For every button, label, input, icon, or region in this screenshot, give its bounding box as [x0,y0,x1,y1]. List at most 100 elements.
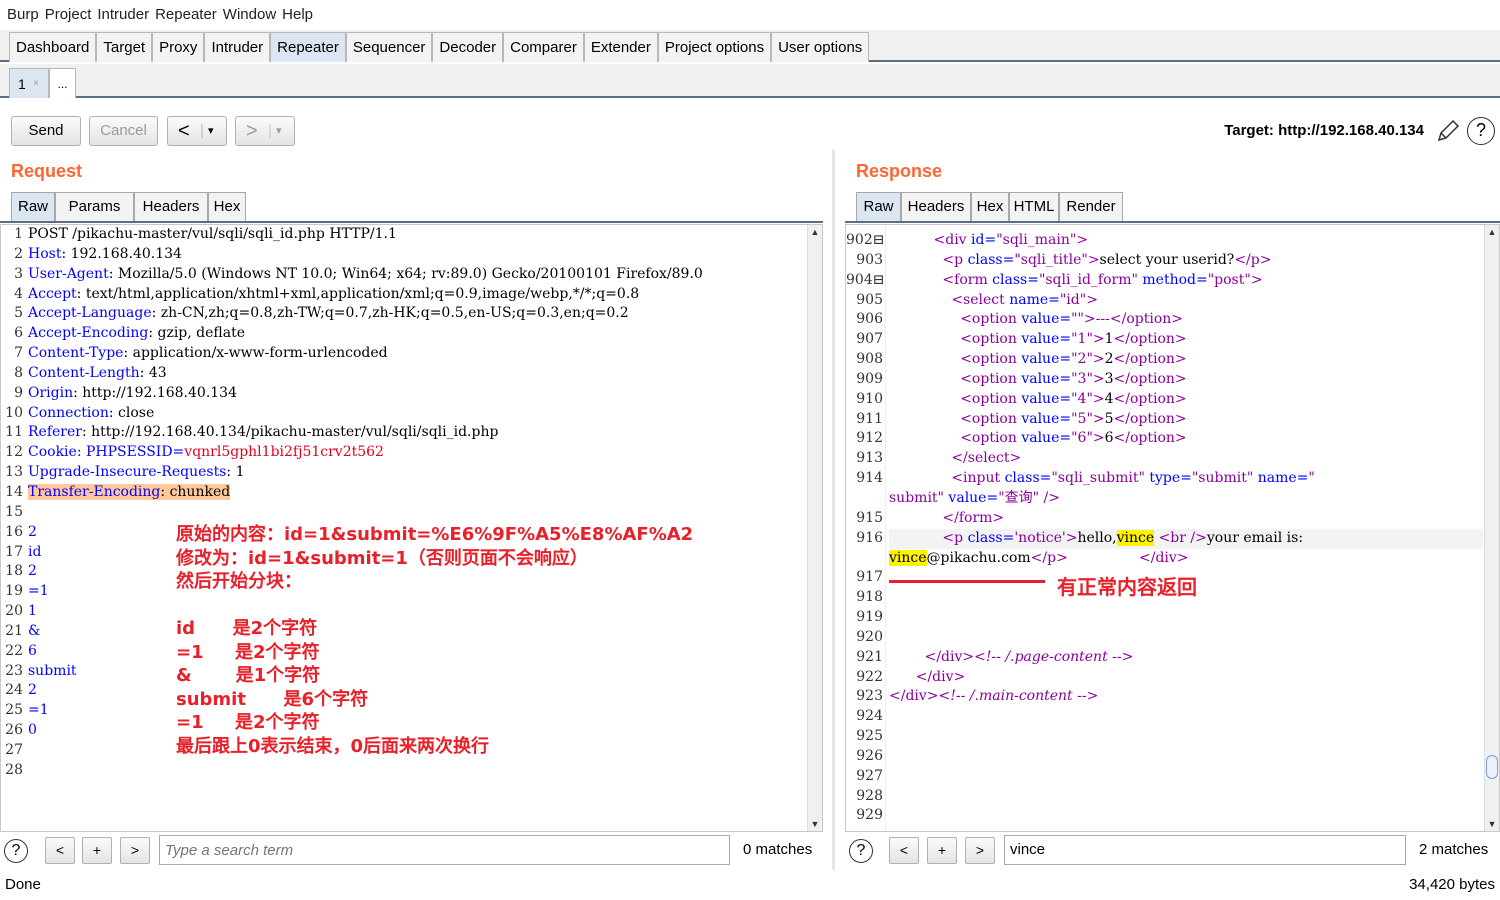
repeater-tab-1[interactable]: 1 × [9,68,49,98]
response-search-next-button[interactable]: > [965,837,995,864]
pencil-icon[interactable] [1435,118,1461,144]
response-search-input[interactable]: vince [1004,835,1406,865]
code-token: "sqli_title" [1014,251,1088,268]
forward-button[interactable]: > | ▾ [235,116,295,146]
request-editor[interactable]: 1 2 3 4 5 6 7 8 9 10 11 12 13 14 15 16 17 18 19 20 21 22 23 24 2… [0,224,823,832]
code-token: hello, [1077,529,1117,546]
request-search-input[interactable] [159,835,730,865]
tab-sequencer[interactable]: Sequencer [345,32,433,62]
response-body[interactable]: <div id="sqli_main"> <p class="sqli_titl… [889,225,1483,831]
line-number: 923 [856,688,883,705]
tab-comparer[interactable]: Comparer [503,32,584,62]
request-tab-headers[interactable]: Headers [134,192,208,222]
code-token: : text/html,application/xhtml+xml,applic… [76,285,640,302]
tab-decoder[interactable]: Decoder [432,32,504,62]
code-line: <option value="1">1</option> [889,330,1483,350]
request-scrollbar[interactable]: ▲ ▼ [807,225,822,831]
line-number: 918 [856,589,883,606]
new-tab-button[interactable]: ... [49,68,76,98]
scrollbar-thumb[interactable] [1486,755,1498,779]
back-dropdown-icon[interactable]: ▾ [208,117,214,145]
forward-dropdown-icon[interactable]: ▾ [276,117,282,145]
line-number: 24 [5,682,23,699]
cancel-button[interactable]: Cancel [89,116,158,146]
annotation-line: =1 是2个字符 [176,641,320,663]
response-tab-raw[interactable]: Raw [856,192,901,222]
send-button[interactable]: Send [11,116,81,146]
request-tab-raw[interactable]: Raw [11,192,55,222]
code-token: <option [960,370,1022,387]
code-line: Content-Type: application/x-www-form-url… [28,344,806,364]
request-tab-params[interactable]: Params [55,192,134,222]
menu-item-intruder[interactable]: Intruder [94,6,152,23]
tab-intruder[interactable]: Intruder [204,32,271,62]
line-number: 19 [5,583,23,600]
request-tab-hex[interactable]: Hex [208,192,246,222]
request-search-prev-button[interactable]: < [45,837,75,864]
menu-item-window[interactable]: Window [220,6,279,23]
response-view-tabs: Raw Headers Hex HTML Render [856,192,1500,222]
response-tab-hex[interactable]: Hex [971,192,1009,222]
response-scrollbar[interactable]: ▲ ▼ [1484,225,1499,831]
request-search-help-icon[interactable]: ? [4,839,28,863]
back-arrow-icon: < [178,120,190,142]
code-token: > [1092,390,1105,407]
tab-repeater[interactable]: Repeater [270,32,346,62]
line-number: 904⊟ [846,271,885,288]
response-editor[interactable]: 902⊟ 903 904⊟ 905 906 907 908 909 910 911 912 913 91… [845,224,1500,832]
code-token: 2 [28,523,37,540]
response-search-add-button[interactable]: + [927,837,957,864]
tab-extender[interactable]: Extender [583,32,658,62]
repeater-tab-1-label: 1 [18,76,26,92]
tab-proxy[interactable]: Proxy [152,32,205,62]
code-line: <option value="5">5</option> [889,410,1483,430]
code-line: <p class="sqli_title">select your userid… [889,251,1483,271]
code-token: : gzip, deflate [148,325,246,342]
request-line-numbers: 1 2 3 4 5 6 7 8 9 10 11 12 13 14 15 16 17 18 19 20 21 22 23 24 2… [1,225,25,831]
line-number: 22 [5,642,23,659]
tab-dashboard[interactable]: Dashboard [9,32,97,62]
code-token: Content-Length [28,364,140,381]
menu-item-help[interactable]: Help [279,6,316,23]
response-tab-headers[interactable]: Headers [901,192,971,222]
response-search-prev-button[interactable]: < [889,837,919,864]
code-token: > [1250,271,1263,288]
code-token: value= [1021,311,1072,328]
response-tab-html[interactable]: HTML [1009,192,1059,222]
menu-item-project[interactable]: Project [42,6,95,23]
code-token: type= [1144,470,1192,487]
close-tab-icon[interactable]: × [33,69,39,99]
code-token: </p> [1234,251,1272,268]
response-tab-render[interactable]: Render [1059,192,1123,222]
menu-item-repeater[interactable]: Repeater [152,6,220,23]
line-number: 6 [14,325,23,342]
tab-user-options[interactable]: User options [771,32,870,62]
code-line: Content-Length: 43 [28,364,806,384]
annotation-line: 修改为：id=1&submit=1（否则页面不会响应） [176,547,588,569]
response-search-help-icon[interactable]: ? [849,839,873,863]
code-token: Connection [28,404,109,421]
line-number: 21 [5,622,23,639]
tab-project-options[interactable]: Project options [657,32,772,62]
line-number: 8 [14,364,23,381]
split-divider[interactable] [832,150,835,870]
code-token: > [1092,351,1105,368]
code-token: class= [1004,470,1052,487]
line-number: 911 [856,410,883,427]
code-token: >---</option> [1083,311,1184,328]
menu-item-burp[interactable]: Burp [4,6,42,23]
code-line: POST /pikachu-master/vul/sqli/sqli_id.ph… [28,225,806,245]
help-icon[interactable]: ? [1467,117,1495,145]
back-button[interactable]: < | ▾ [167,116,227,146]
request-search-next-button[interactable]: > [120,837,150,864]
tab-target[interactable]: Target [96,32,153,62]
request-search-add-button[interactable]: + [82,837,112,864]
line-number: 12 [5,444,23,461]
